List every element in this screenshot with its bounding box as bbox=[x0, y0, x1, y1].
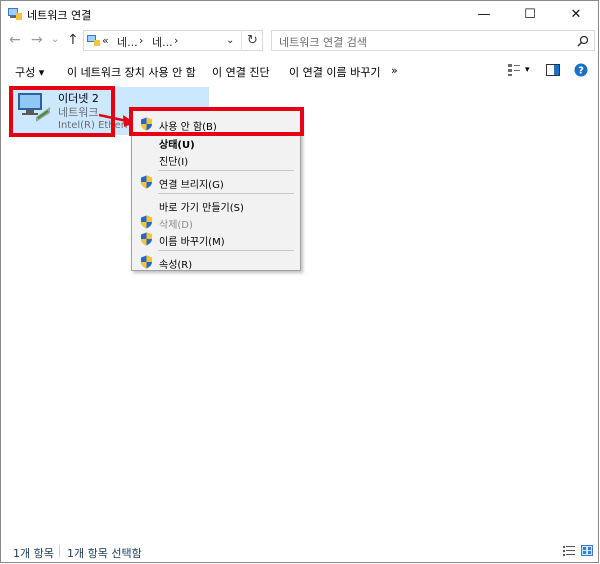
menu-item-properties-label: 속성(R) bbox=[159, 260, 193, 271]
address-dropdown-icon[interactable]: ⌄ bbox=[226, 35, 234, 46]
search-icon bbox=[577, 35, 589, 47]
preview-pane-icon[interactable] bbox=[546, 64, 560, 76]
diagnose-button[interactable]: 이 연결 진단 bbox=[212, 64, 270, 80]
menu-separator bbox=[158, 170, 294, 171]
large-icons-view-icon[interactable] bbox=[581, 545, 593, 556]
address-overflow[interactable]: « bbox=[102, 34, 109, 47]
menu-item-diagnose-label: 진단(I) bbox=[159, 157, 189, 168]
close-button[interactable]: ✕ bbox=[553, 1, 598, 27]
minimize-icon: — bbox=[477, 6, 491, 22]
change-view-icon[interactable] bbox=[507, 63, 521, 77]
menu-item-delete-label: 삭제(D) bbox=[159, 220, 193, 231]
explorer-window: 네트워크 연결 — ☐ ✕ ← → ⌄ ↑ « 네... › 네... › ⌄ … bbox=[0, 0, 599, 563]
back-icon[interactable]: ← bbox=[9, 32, 21, 48]
network-connections-icon bbox=[8, 8, 22, 20]
status-divider bbox=[59, 545, 60, 557]
uac-shield-icon bbox=[141, 215, 152, 229]
search-placeholder: 네트워크 연결 검색 bbox=[279, 36, 367, 49]
refresh-button[interactable]: ↻ bbox=[241, 30, 263, 51]
status-bar: 1개 항목 1개 항목 선택함 bbox=[1, 540, 598, 562]
rename-button[interactable]: 이 연결 이름 바꾸기 bbox=[289, 64, 380, 80]
up-icon[interactable]: ↑ bbox=[67, 32, 79, 48]
menu-item-rename-label: 이름 바꾸기(M) bbox=[159, 237, 225, 248]
content-area: 이더넷 2 네트워크 Intel(R) Ethernet 사용 안 함(B) 상… bbox=[1, 86, 598, 540]
menu-item-bridge-label: 연결 브리지(G) bbox=[159, 180, 224, 191]
recent-locations-icon[interactable]: ⌄ bbox=[51, 34, 59, 45]
uac-shield-icon bbox=[141, 255, 152, 269]
highlight-box-disable bbox=[129, 107, 304, 136]
organize-button[interactable]: 구성 ▾ bbox=[15, 64, 44, 80]
title-bar: 네트워크 연결 — ☐ ✕ bbox=[1, 1, 598, 27]
details-view-icon[interactable] bbox=[563, 545, 575, 556]
disable-device-button[interactable]: 이 네트워크 장치 사용 안 함 bbox=[67, 64, 196, 80]
menu-separator bbox=[158, 193, 294, 194]
menu-item-properties[interactable]: 속성(R) bbox=[132, 253, 300, 272]
menu-item-diagnose[interactable]: 진단(I) bbox=[132, 150, 300, 169]
command-bar: 구성 ▾ 이 네트워크 장치 사용 안 함 이 연결 진단 이 연결 이름 바꾸… bbox=[1, 57, 598, 85]
view-dropdown-icon[interactable]: ▾ bbox=[525, 65, 530, 75]
menu-item-status-label: 상태(U) bbox=[159, 140, 195, 151]
address-bar[interactable]: « 네... › 네... › ⌄ bbox=[83, 30, 263, 51]
network-folder-icon bbox=[87, 35, 100, 46]
menu-item-shortcut-label: 바로 가기 만들기(S) bbox=[159, 203, 244, 214]
address-separator-2[interactable]: › bbox=[174, 34, 178, 47]
svg-text:?: ? bbox=[578, 66, 584, 77]
address-segment-2[interactable]: 네... bbox=[152, 34, 173, 50]
uac-shield-icon bbox=[141, 175, 152, 189]
address-segment-1[interactable]: 네... bbox=[117, 34, 138, 50]
selection-count: 1개 항목 선택함 bbox=[67, 547, 142, 560]
maximize-icon: ☐ bbox=[524, 6, 536, 22]
address-separator-1[interactable]: › bbox=[139, 34, 143, 47]
forward-icon[interactable]: → bbox=[31, 32, 43, 48]
menu-item-rename[interactable]: 이름 바꾸기(M) bbox=[132, 230, 300, 249]
refresh-icon: ↻ bbox=[247, 33, 258, 48]
more-commands-button[interactable]: » bbox=[391, 64, 398, 77]
window-title: 네트워크 연결 bbox=[27, 9, 92, 22]
maximize-button[interactable]: ☐ bbox=[507, 1, 553, 27]
uac-shield-icon bbox=[141, 232, 152, 246]
minimize-button[interactable]: — bbox=[461, 1, 507, 27]
close-icon: ✕ bbox=[570, 6, 582, 22]
menu-separator bbox=[158, 250, 294, 251]
menu-item-bridge[interactable]: 연결 브리지(G) bbox=[132, 173, 300, 192]
item-count: 1개 항목 bbox=[13, 547, 54, 560]
address-row: ← → ⌄ ↑ « 네... › 네... › ⌄ ↻ 네트워크 연결 검색 bbox=[1, 27, 598, 55]
search-input[interactable]: 네트워크 연결 검색 bbox=[271, 30, 595, 51]
help-icon[interactable]: ? bbox=[574, 63, 588, 77]
